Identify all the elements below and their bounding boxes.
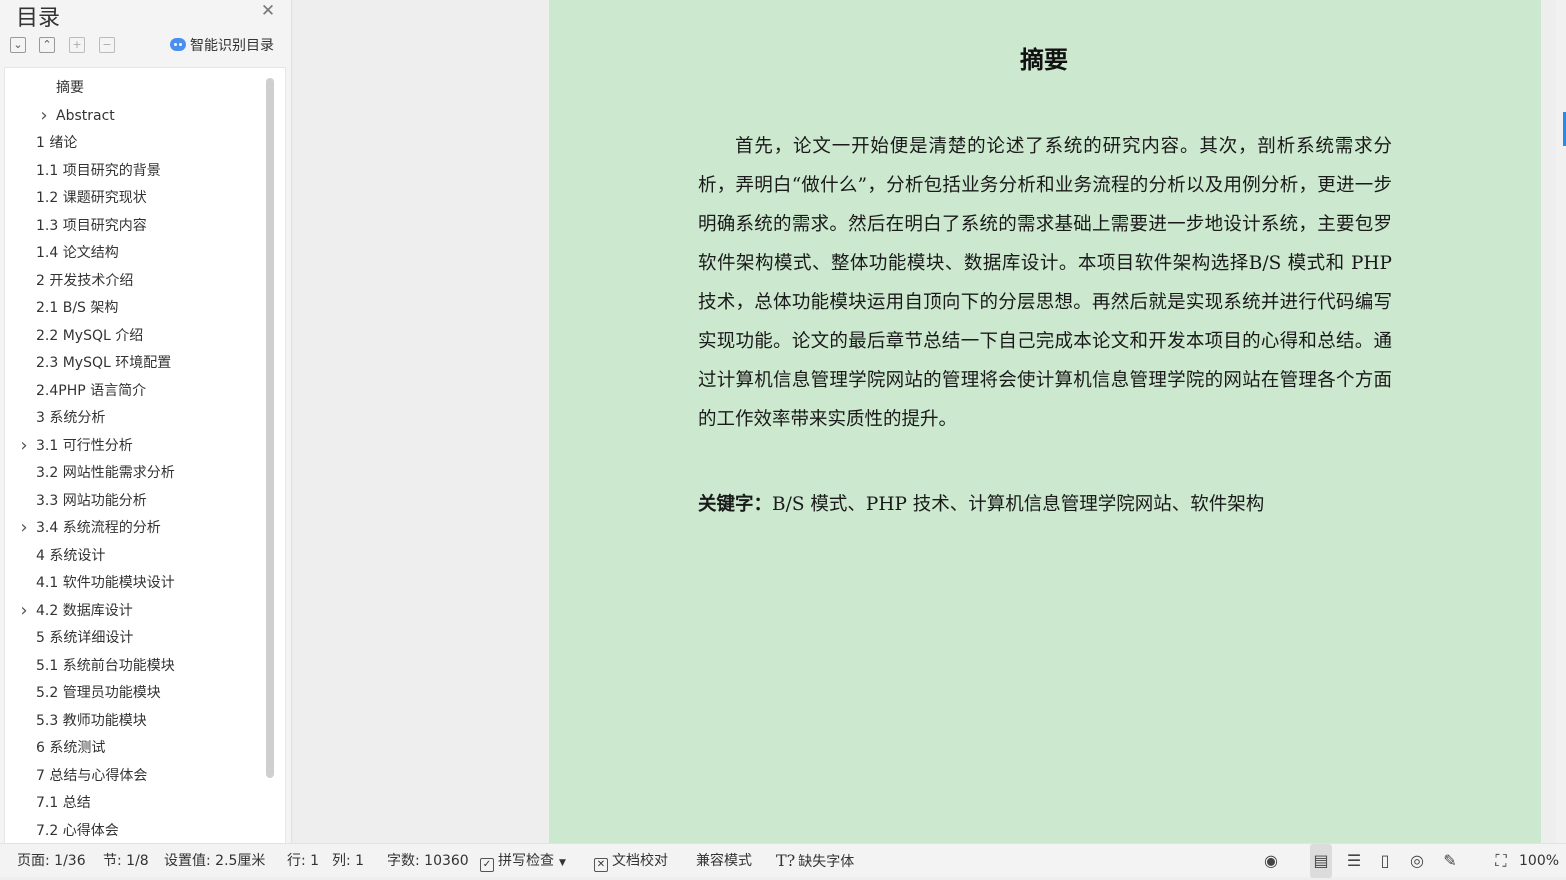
expand-up-icon[interactable]: ⌃ bbox=[39, 37, 55, 53]
toc-item[interactable]: 2.3 MySQL 环境配置 bbox=[36, 350, 171, 376]
toc-item[interactable]: 2.4PHP 语言简介 bbox=[36, 378, 146, 404]
toc-item[interactable]: 3.1 可行性分析 bbox=[36, 433, 133, 459]
toc-item[interactable]: 4 系统设计 bbox=[36, 543, 105, 569]
toc-item[interactable]: 1.2 课题研究现状 bbox=[36, 185, 147, 211]
status-section[interactable]: 节: 1/8 bbox=[103, 844, 149, 878]
page-heading: 摘要 bbox=[1020, 45, 1068, 74]
keywords-text: B/S 模式、PHP 技术、计算机信息管理学院网站、软件架构 bbox=[772, 494, 1265, 515]
toc-item[interactable]: 5.2 管理员功能模块 bbox=[36, 680, 161, 706]
chevron-right-icon[interactable]: › bbox=[17, 598, 31, 624]
missing-font-label: 缺失字体 bbox=[798, 854, 855, 870]
outline-view-icon[interactable]: ☰ bbox=[1343, 844, 1365, 878]
toc-item[interactable]: 2.1 B/S 架构 bbox=[36, 295, 118, 321]
toc-toolbar: ⌄ ⌃ + − 智能识别目录 bbox=[8, 35, 284, 57]
font-missing-icon: T? bbox=[776, 851, 796, 870]
status-bar: 页面: 1/36 节: 1/8 设置值: 2.5厘米 行: 1 列: 1 字数:… bbox=[0, 843, 1566, 878]
proofread-label: 文档校对 bbox=[612, 853, 668, 869]
toc-item[interactable]: 1.3 项目研究内容 bbox=[36, 213, 147, 239]
reading-view-icon[interactable]: ▯ bbox=[1374, 844, 1396, 878]
proofread-button[interactable]: ✕ 文档校对 bbox=[594, 844, 668, 878]
toc-item[interactable]: 4.2 数据库设计 bbox=[36, 598, 133, 624]
status-words[interactable]: 字数: 10360 bbox=[387, 844, 469, 878]
chevron-right-icon[interactable]: › bbox=[17, 515, 31, 541]
keywords-line: 关键字：B/S 模式、PHP 技术、计算机信息管理学院网站、软件架构 bbox=[698, 488, 1398, 522]
toc-item[interactable]: 5 系统详细设计 bbox=[36, 625, 133, 651]
smart-toc-button[interactable]: 智能识别目录 bbox=[170, 35, 274, 57]
remove-heading-icon[interactable]: − bbox=[99, 37, 115, 53]
toc-item[interactable]: 3.3 网站功能分析 bbox=[36, 488, 147, 514]
close-icon[interactable]: ✕ bbox=[258, 0, 278, 22]
chevron-right-icon[interactable]: › bbox=[17, 433, 31, 459]
missing-font-button[interactable]: T? 缺失字体 bbox=[776, 844, 854, 878]
toc-item[interactable]: 2.2 MySQL 介绍 bbox=[36, 323, 143, 349]
status-col[interactable]: 列: 1 bbox=[332, 844, 364, 878]
toc-item[interactable]: 4.1 软件功能模块设计 bbox=[36, 570, 175, 596]
toc-sidebar: 目录 ✕ ⌄ ⌃ + − 智能识别目录 摘要 › Abstract 1 绪论 1.1 项… bbox=[0, 0, 292, 843]
toc-item[interactable]: 1.1 项目研究的背景 bbox=[36, 158, 161, 184]
toc-item[interactable]: 6 系统测试 bbox=[36, 735, 105, 761]
status-page[interactable]: 页面: 1/36 bbox=[17, 844, 86, 878]
chevron-right-icon[interactable]: › bbox=[37, 103, 51, 129]
toc-item[interactable]: 2 开发技术介绍 bbox=[36, 268, 133, 294]
proofread-icon: ✕ bbox=[594, 858, 608, 872]
toc-item[interactable]: 5.1 系统前台功能模块 bbox=[36, 653, 175, 679]
compat-mode[interactable]: 兼容模式 bbox=[696, 844, 752, 878]
toc-title: 目录 bbox=[16, 6, 61, 31]
page-view-icon[interactable]: ▤ bbox=[1310, 844, 1332, 878]
toc-list: 摘要 › Abstract 1 绪论 1.1 项目研究的背景 1.2 课题研究现状 1.3 … bbox=[4, 67, 286, 843]
toc-scrollbar[interactable] bbox=[266, 78, 274, 778]
toc-item[interactable]: 7.2 心得体会 bbox=[36, 818, 119, 844]
checkbox-icon: ✓ bbox=[480, 858, 494, 872]
fit-page-icon[interactable]: ⛶ bbox=[1490, 844, 1512, 878]
zoom-level[interactable]: 100% bbox=[1519, 844, 1559, 878]
status-row[interactable]: 行: 1 bbox=[287, 844, 319, 878]
eye-protection-icon[interactable]: ◉ bbox=[1260, 844, 1282, 878]
toc-item[interactable]: 7 总结与心得体会 bbox=[36, 763, 147, 789]
toc-item[interactable]: 1 绪论 bbox=[36, 130, 77, 156]
status-setting[interactable]: 设置值: 2.5厘米 bbox=[164, 844, 265, 878]
smart-toc-label: 智能识别目录 bbox=[190, 38, 274, 54]
toc-item[interactable]: 3.2 网站性能需求分析 bbox=[36, 460, 175, 486]
toc-item[interactable]: 摘要 bbox=[56, 75, 84, 101]
spellcheck-button[interactable]: ✓ 拼写检查 ▼ bbox=[480, 844, 566, 878]
toc-item[interactable]: 3.4 系统流程的分析 bbox=[36, 515, 161, 541]
toc-item[interactable]: 1.4 论文结构 bbox=[36, 240, 119, 266]
spellcheck-label: 拼写检查 bbox=[498, 853, 554, 869]
pen-icon[interactable]: ✎ bbox=[1439, 844, 1461, 878]
caret-down-icon: ▼ bbox=[559, 858, 566, 868]
keywords-label: 关键字： bbox=[698, 494, 773, 515]
web-view-icon[interactable]: ◎ bbox=[1406, 844, 1428, 878]
abstract-paragraph: 首先，论文一开始便是清楚的论述了系统的研究内容。其次，剖析系统需求分析，弄明白“… bbox=[698, 136, 1392, 430]
add-heading-icon[interactable]: + bbox=[69, 37, 85, 53]
toc-item[interactable]: Abstract bbox=[56, 103, 115, 129]
toc-item[interactable]: 3 系统分析 bbox=[36, 405, 105, 431]
robot-icon bbox=[170, 38, 186, 51]
collapse-all-icon[interactable]: ⌄ bbox=[10, 37, 26, 53]
toc-item[interactable]: 5.3 教师功能模块 bbox=[36, 708, 147, 734]
toc-item[interactable]: 7.1 总结 bbox=[36, 790, 91, 816]
